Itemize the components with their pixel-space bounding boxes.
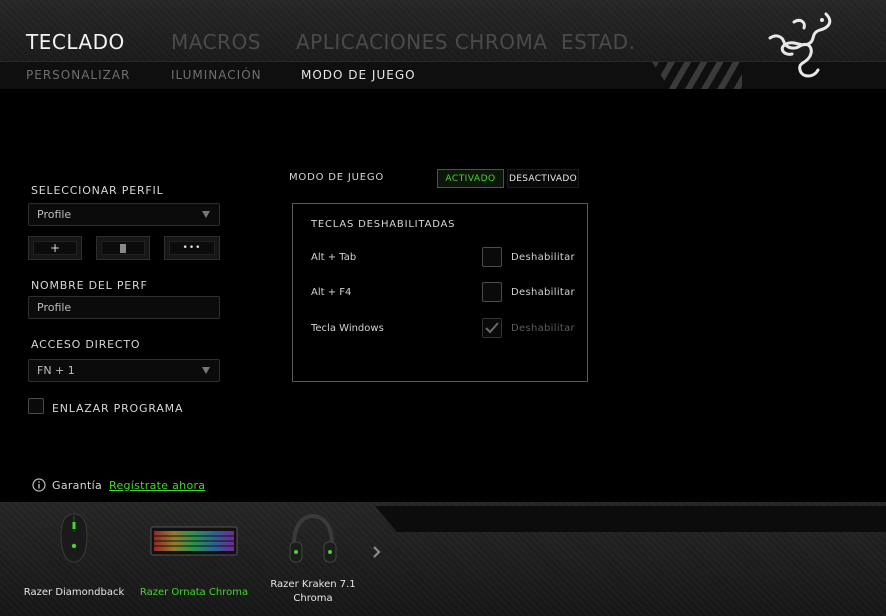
add-profile-label: + [49,241,61,255]
mouse-device-icon[interactable] [58,512,90,564]
alt-f4-action-label: Deshabilitar [511,287,575,298]
alt-tab-checkbox[interactable] [482,247,502,267]
subtab-modo-de-juego[interactable]: MODO DE JUEGO [301,68,416,82]
chevron-down-icon [202,367,210,374]
shortcut-dropdown-value: FN + 1 [37,364,75,377]
headset-device-icon[interactable] [288,512,338,568]
info-icon [32,478,46,492]
alt-f4-checkbox[interactable] [482,282,502,302]
windows-key-checkbox [482,318,502,338]
game-mode-label: MODO DE JUEGO [289,172,385,183]
subtab-personalizar[interactable]: PERSONALIZAR [26,68,130,82]
device-name-diamondback[interactable]: Razer Diamondback [20,586,128,600]
select-profile-label: SELECCIONAR PERFIL [31,184,164,197]
more-options-button[interactable]: ••• [164,236,220,260]
delete-profile-button[interactable] [96,236,150,260]
tab-macros[interactable]: MACROS [171,30,261,54]
warranty-label: Garantía [52,479,103,492]
key-windows-label: Tecla Windows [311,323,384,334]
tab-aplicaciones-chroma[interactable]: APLICACIONES CHROMA [296,30,547,54]
link-program-checkbox[interactable] [28,398,44,414]
device-name-kraken[interactable]: Razer Kraken 7.1 Chroma [258,578,368,606]
add-profile-button[interactable]: + [28,236,82,260]
register-now-link[interactable]: Regístrate ahora [109,479,205,492]
razer-snake-logo-icon [768,12,832,78]
profile-name-label: NOMBRE DEL PERF [31,279,148,292]
tab-teclado[interactable]: TECLADO [26,30,125,54]
checkmark-icon [485,322,499,334]
windows-key-action-label: Deshabilitar [511,323,575,334]
footer-decorative-bar [375,506,886,532]
subtab-iluminacion[interactable]: ILUMINACIÓN [171,68,262,82]
profile-name-value: Profile [37,301,72,314]
alt-tab-action-label: Deshabilitar [511,252,575,263]
chevron-down-icon [202,211,210,218]
decorative-stripes [652,62,742,89]
keyboard-device-icon[interactable] [150,526,238,556]
game-mode-off-button[interactable]: DESACTIVADO [507,169,579,188]
tab-estadisticas[interactable]: ESTAD. [561,30,635,54]
key-alt-f4-label: Alt + F4 [311,287,352,298]
sub-navigation: PERSONALIZAR ILUMINACIÓN MODO DE JUEGO [0,61,886,89]
disabled-keys-title: TECLAS DESHABILITADAS [311,219,456,230]
shortcut-label: ACCESO DIRECTO [31,338,141,351]
game-mode-on-button[interactable]: ACTIVADO [437,169,504,188]
key-alt-tab-label: Alt + Tab [311,252,357,263]
shortcut-dropdown[interactable]: FN + 1 [28,359,220,382]
link-program-label: ENLAZAR PROGRAMA [52,402,184,415]
profile-name-input[interactable]: Profile [28,296,220,319]
profile-dropdown[interactable]: Profile [28,203,220,226]
trash-icon [120,244,126,253]
device-name-ornata-chroma[interactable]: Razer Ornata Chroma [134,586,254,600]
profile-dropdown-value: Profile [37,208,72,221]
more-options-icon: ••• [182,243,202,253]
chevron-right-icon[interactable] [372,545,382,559]
